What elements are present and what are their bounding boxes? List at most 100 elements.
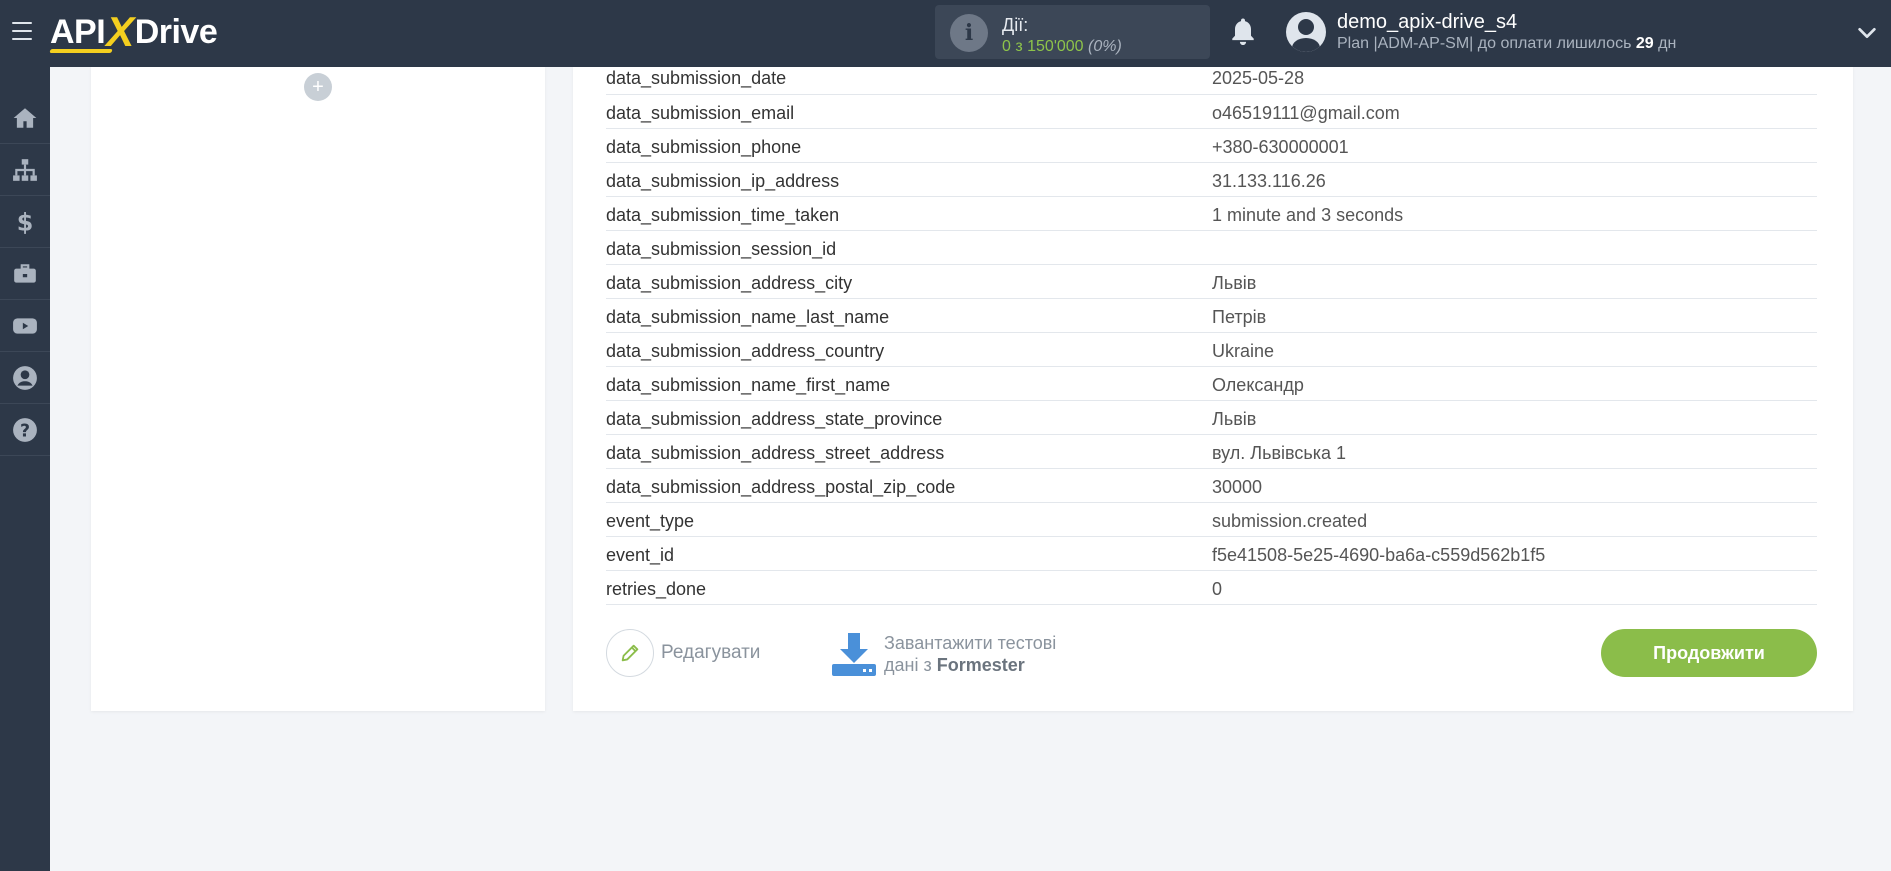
table-row: data_submission_address_street_address ву… [606, 435, 1817, 469]
logo[interactable]: API X Drive [50, 8, 218, 55]
logo-underline [49, 49, 113, 53]
sidebar-item-projects[interactable] [0, 248, 50, 300]
continue-button[interactable]: Продовжити [1601, 629, 1817, 677]
username[interactable]: demo_apix-drive_s4 [1337, 11, 1517, 34]
field-name: data_submission_address_city [606, 273, 853, 293]
field-name: event_id [606, 545, 675, 565]
left-panel: + [91, 67, 545, 711]
table-row: retries_done 0 [606, 571, 1817, 605]
edit-label: Редагувати [661, 642, 761, 663]
add-step-button[interactable]: + [304, 73, 332, 101]
download-icon [832, 633, 876, 676]
field-name: data_submission_address_state_province [606, 409, 943, 429]
field-value: submission.created [1212, 511, 1368, 531]
field-name: data_submission_address_postal_zip_code [606, 477, 956, 497]
table-row: data_submission_date 2025-05-28 [606, 67, 1817, 95]
data-table: data_submission_date 2025-05-28 data_submi… [606, 67, 1817, 605]
field-name: data_submission_ip_address [606, 171, 840, 191]
home-icon [13, 107, 37, 128]
field-value: Ukraine [1212, 341, 1275, 361]
sidebar: $ ? [0, 67, 50, 871]
field-value: 0 [1212, 579, 1223, 599]
field-name: event_type [606, 511, 695, 531]
sidebar-item-video[interactable] [0, 300, 50, 352]
plan-suffix: дн [1653, 35, 1677, 52]
field-value: Львів [1212, 273, 1257, 293]
field-name: data_submission_session_id [606, 239, 837, 259]
pencil-icon [621, 644, 639, 662]
field-value: f5e41508-5e25-4690-ba6a-c559d562b1f5 [1212, 545, 1546, 565]
top-bar: API X Drive i Дії: 0 з 150'000 (0%) demo_a… [0, 0, 1891, 67]
user-icon [13, 365, 37, 390]
field-name: data_submission_time_taken [606, 205, 840, 225]
field-value: вул. Львівська 1 [1212, 443, 1347, 463]
menu-icon[interactable] [12, 22, 32, 40]
table-row: event_type submission.created [606, 503, 1817, 537]
edit-circle [606, 629, 654, 677]
download-line1: Завантажити тестові [884, 633, 1057, 653]
actions-title: Дії: [1002, 15, 1029, 35]
table-row: data_submission_address_state_province Ль… [606, 401, 1817, 435]
table-row: data_submission_time_taken 1 minute and 3… [606, 197, 1817, 231]
plan-info: Plan |ADM-AP-SM| до оплати лишилось 29 д… [1337, 35, 1676, 53]
table-row: data_submission_name_last_name Петрів [606, 299, 1817, 333]
download-text: Завантажити тестові дані з Formester [884, 632, 1056, 676]
avatar[interactable] [1286, 12, 1326, 52]
edit-button[interactable]: Редагувати [606, 629, 760, 677]
table-row: data_submission_ip_address 31.133.116.26 [606, 163, 1817, 197]
table-row: data_submission_address_city Львів [606, 265, 1817, 299]
download-line2-prefix: дані з [884, 655, 937, 675]
field-value: Олександр [1212, 375, 1304, 395]
main-panel: data_submission_date 2025-05-28 data_submi… [573, 67, 1853, 711]
info-icon: i [950, 14, 988, 52]
sidebar-item-billing[interactable]: $ [0, 196, 50, 248]
field-name: retries_done [606, 579, 707, 599]
table-row: event_id f5e41508-5e25-4690-ba6a-c559d562… [606, 537, 1817, 571]
table-row: data_submission_email o46519111@gmail.com [606, 95, 1817, 129]
briefcase-icon [14, 263, 36, 283]
field-name: data_submission_date [606, 68, 787, 88]
logo-api: API [50, 12, 106, 51]
bell-icon[interactable] [1228, 16, 1258, 48]
svg-text:$: $ [17, 209, 34, 235]
dollar-icon: $ [17, 209, 34, 235]
table-row: data_submission_address_postal_zip_code 3… [606, 469, 1817, 503]
field-name: data_submission_address_country [606, 341, 885, 361]
svg-text:?: ? [20, 421, 30, 441]
youtube-icon [13, 317, 37, 334]
field-value: Петрів [1212, 307, 1267, 327]
field-value: 2025-05-28 [1212, 68, 1305, 88]
sidebar-item-help[interactable]: ? [0, 404, 50, 456]
actions-count: 0 з 150'000 (0%) [1002, 38, 1122, 56]
download-source: Formester [936, 655, 1025, 675]
sidebar-item-connections[interactable] [0, 144, 50, 196]
field-value: Львів [1212, 409, 1257, 429]
help-icon: ? [13, 417, 37, 442]
plan-prefix: Plan |ADM-AP-SM| до оплати лишилось [1337, 35, 1636, 52]
download-test-data-button[interactable]: Завантажити тестові дані з Formester [831, 629, 1056, 679]
sidebar-item-home[interactable] [0, 92, 50, 144]
table-row: data_submission_session_id [606, 231, 1817, 265]
sitemap-icon [13, 158, 37, 181]
field-value: o46519111@gmail.com [1212, 103, 1400, 123]
table-row: data_submission_name_first_name Олександр [606, 367, 1817, 401]
download-line2: дані з Formester [884, 654, 1056, 676]
table-row: data_submission_address_country Ukraine [606, 333, 1817, 367]
chevron-down-icon[interactable] [1856, 22, 1878, 44]
field-name: data_submission_phone [606, 137, 802, 157]
actions-count-value: 0 з 150'000 [1002, 38, 1084, 55]
field-value: 1 minute and 3 seconds [1212, 205, 1404, 225]
logo-drive: Drive [134, 12, 218, 51]
field-name: data_submission_address_street_address [606, 443, 945, 463]
field-name: data_submission_name_last_name [606, 307, 890, 327]
table-row: data_submission_phone +380-630000001 [606, 129, 1817, 163]
field-value: 31.133.116.26 [1212, 171, 1326, 191]
actions-percent: (0%) [1088, 38, 1122, 55]
field-value: 30000 [1212, 477, 1263, 497]
sidebar-item-account[interactable] [0, 352, 50, 404]
actions-counter[interactable]: i Дії: 0 з 150'000 (0%) [935, 5, 1210, 59]
field-name: data_submission_email [606, 103, 795, 123]
field-name: data_submission_name_first_name [606, 375, 891, 395]
field-value: +380-630000001 [1212, 137, 1349, 157]
plan-days: 29 [1635, 35, 1654, 52]
